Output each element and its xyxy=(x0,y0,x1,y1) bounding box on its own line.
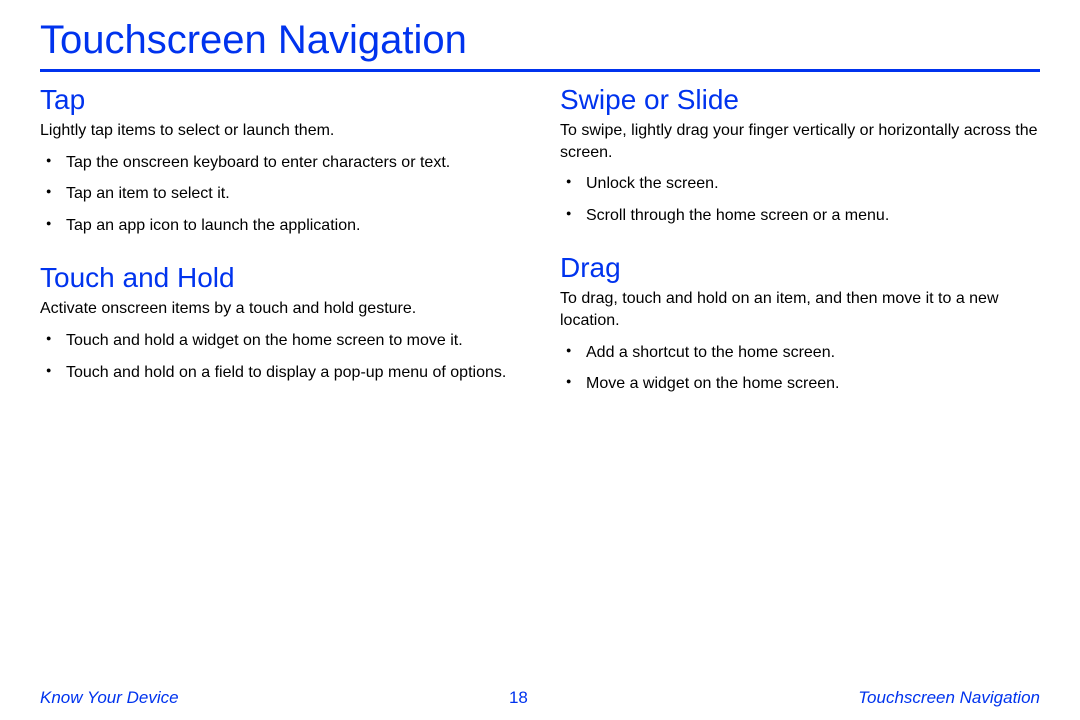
section-desc: Lightly tap items to select or launch th… xyxy=(40,120,520,142)
section-desc: To swipe, lightly drag your finger verti… xyxy=(560,120,1040,163)
section-heading: Tap xyxy=(40,84,520,116)
section-list: Tap the onscreen keyboard to enter chara… xyxy=(40,152,520,237)
list-item: Move a widget on the home screen. xyxy=(564,373,1040,395)
section-swipe: Swipe or Slide To swipe, lightly drag yo… xyxy=(560,84,1040,226)
section-heading: Touch and Hold xyxy=(40,262,520,294)
list-item: Touch and hold a widget on the home scre… xyxy=(44,330,520,352)
footer-left: Know Your Device xyxy=(40,688,179,708)
section-touch-hold: Touch and Hold Activate onscreen items b… xyxy=(40,262,520,383)
list-item: Scroll through the home screen or a menu… xyxy=(564,205,1040,227)
footer-page-number: 18 xyxy=(509,688,528,708)
list-item: Unlock the screen. xyxy=(564,173,1040,195)
list-item: Tap the onscreen keyboard to enter chara… xyxy=(44,152,520,174)
section-heading: Swipe or Slide xyxy=(560,84,1040,116)
page-title: Touchscreen Navigation xyxy=(40,18,1040,72)
left-column: Tap Lightly tap items to select or launc… xyxy=(40,84,520,421)
section-list: Touch and hold a widget on the home scre… xyxy=(40,330,520,383)
page: Touchscreen Navigation Tap Lightly tap i… xyxy=(0,0,1080,421)
footer-right: Touchscreen Navigation xyxy=(858,688,1040,708)
section-desc: Activate onscreen items by a touch and h… xyxy=(40,298,520,320)
section-list: Unlock the screen. Scroll through the ho… xyxy=(560,173,1040,226)
list-item: Touch and hold on a field to display a p… xyxy=(44,362,520,384)
section-heading: Drag xyxy=(560,252,1040,284)
section-tap: Tap Lightly tap items to select or launc… xyxy=(40,84,520,236)
section-drag: Drag To drag, touch and hold on an item,… xyxy=(560,252,1040,394)
content-columns: Tap Lightly tap items to select or launc… xyxy=(40,84,1040,421)
list-item: Tap an item to select it. xyxy=(44,183,520,205)
right-column: Swipe or Slide To swipe, lightly drag yo… xyxy=(560,84,1040,421)
list-item: Add a shortcut to the home screen. xyxy=(564,342,1040,364)
list-item: Tap an app icon to launch the applicatio… xyxy=(44,215,520,237)
page-footer: Know Your Device 18 Touchscreen Navigati… xyxy=(0,688,1080,708)
section-desc: To drag, touch and hold on an item, and … xyxy=(560,288,1040,331)
section-list: Add a shortcut to the home screen. Move … xyxy=(560,342,1040,395)
